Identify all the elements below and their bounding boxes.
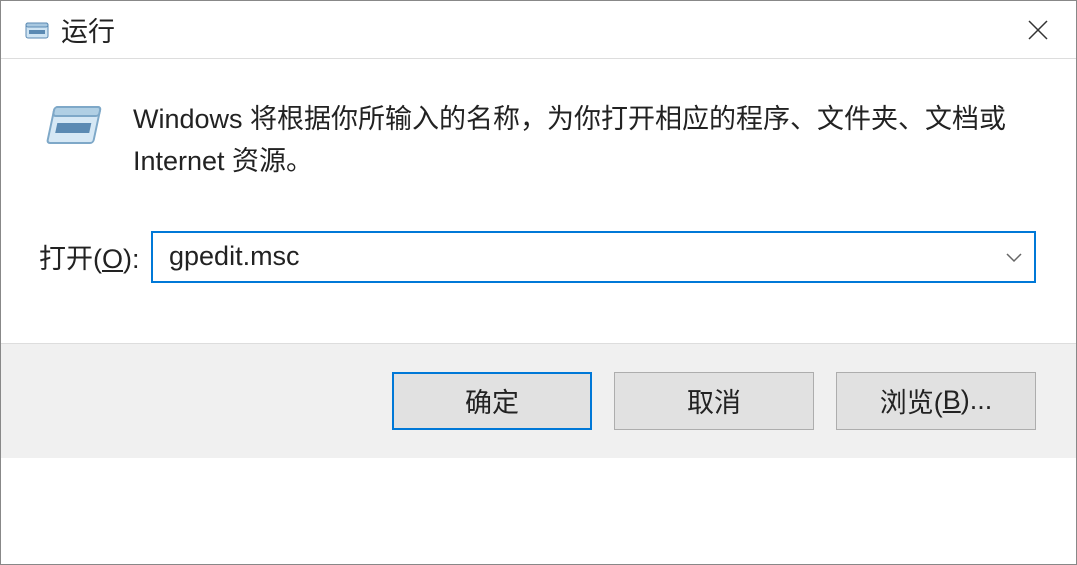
open-input[interactable] bbox=[151, 231, 1036, 283]
browse-button[interactable]: 浏览(B)... bbox=[836, 372, 1036, 430]
open-label: 打开(O): bbox=[39, 237, 151, 276]
run-app-icon bbox=[39, 99, 109, 159]
open-label-suffix: ): bbox=[123, 244, 140, 274]
open-input-row: 打开(O): bbox=[1, 183, 1076, 283]
combobox-dropdown-button[interactable] bbox=[1002, 245, 1026, 269]
run-title-icon bbox=[23, 16, 51, 44]
description-text: Windows 将根据你所输入的名称，为你打开相应的程序、文件夹、文档或 Int… bbox=[133, 99, 1036, 183]
cancel-button[interactable]: 取消 bbox=[614, 372, 814, 430]
cancel-button-label: 取消 bbox=[687, 381, 741, 420]
ok-button[interactable]: 确定 bbox=[392, 372, 592, 430]
run-dialog: 运行 Windows 将根据你所输入的名称，为你打开相应的程序、文件夹、文档或 … bbox=[0, 0, 1077, 565]
titlebar: 运行 bbox=[1, 1, 1076, 59]
dialog-title: 运行 bbox=[61, 10, 1014, 49]
open-label-prefix: 打开( bbox=[39, 244, 102, 274]
button-bar: 确定 取消 浏览(B)... bbox=[1, 343, 1076, 458]
open-combobox[interactable] bbox=[151, 231, 1036, 283]
close-icon bbox=[1027, 19, 1049, 41]
browse-button-suffix: )... bbox=[961, 385, 993, 416]
chevron-down-icon bbox=[1005, 251, 1023, 263]
description-row: Windows 将根据你所输入的名称，为你打开相应的程序、文件夹、文档或 Int… bbox=[1, 59, 1076, 183]
open-label-hotkey: O bbox=[102, 244, 123, 274]
close-button[interactable] bbox=[1014, 10, 1062, 50]
browse-button-hotkey: B bbox=[943, 385, 961, 416]
browse-button-prefix: 浏览( bbox=[880, 381, 943, 420]
dialog-body: Windows 将根据你所输入的名称，为你打开相应的程序、文件夹、文档或 Int… bbox=[1, 59, 1076, 564]
ok-button-label: 确定 bbox=[465, 381, 519, 420]
